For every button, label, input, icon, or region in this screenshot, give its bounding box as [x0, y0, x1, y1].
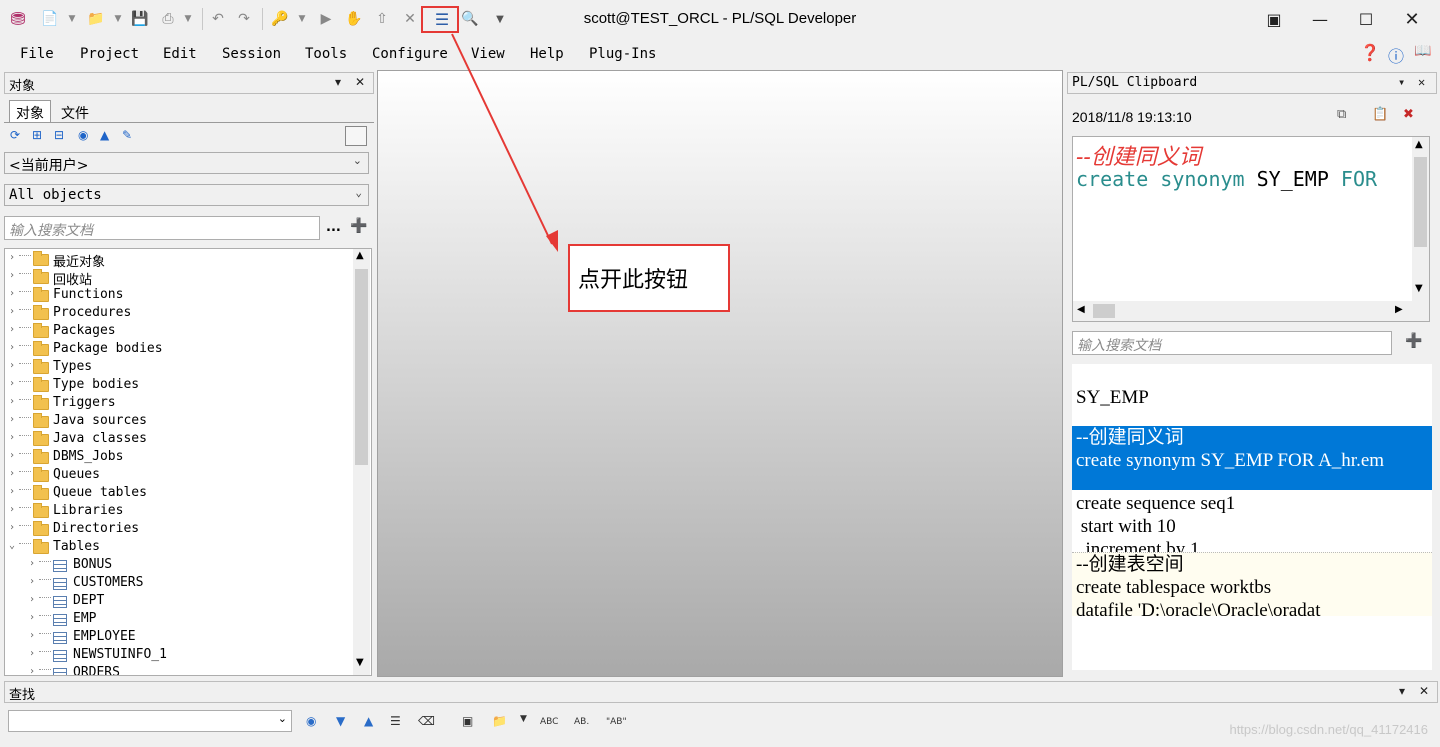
eraser-icon[interactable]: ⌫	[418, 714, 435, 728]
chevron-down-icon: ⌄	[277, 712, 287, 725]
clip-item-selected[interactable]: --创建同义词 create synonym SY_EMP FOR A_hr.e…	[1072, 426, 1432, 490]
clip-line: create synonym SY_EMP FOR A_hr.em	[1076, 450, 1385, 471]
clip-line: --创建同义词	[1076, 427, 1184, 448]
find-next-icon[interactable]: ▼	[336, 714, 345, 728]
new-search-icon[interactable]: ➕	[1405, 333, 1422, 349]
clipboard-panel: PL/SQL Clipboard ▾ ✕ 2018/11/8 19:13:10 …	[1067, 72, 1437, 676]
preview-keyword: create synonym	[1076, 167, 1245, 191]
scroll-up-icon[interactable]: ▲	[1415, 139, 1423, 150]
pin-icon[interactable]: ▾	[1398, 75, 1405, 89]
clip-line: SY_EMP	[1076, 387, 1149, 408]
annotation-callout: 点开此按钮	[568, 244, 730, 312]
find-panel-header: 查找 ▾ ✕	[4, 681, 1438, 703]
clip-line: increment by 1	[1076, 539, 1200, 552]
clip-line: create sequence seq1	[1076, 493, 1236, 514]
panel-close-icon[interactable]: ✕	[1418, 75, 1425, 89]
whole-word-icon[interactable]: AB.	[574, 717, 589, 727]
find-input[interactable]: ⌄	[8, 710, 292, 732]
folder-icon[interactable]: 📁	[492, 714, 507, 728]
preview-keyword: FOR	[1340, 167, 1378, 191]
find-panel-title: 查找	[9, 688, 36, 703]
delete-clip-icon[interactable]: ✖	[1403, 107, 1414, 122]
find-previous-icon[interactable]: ▲	[364, 714, 373, 728]
preview-vscroll[interactable]: ▲ ▼	[1412, 137, 1429, 301]
scroll-left-icon[interactable]: ◀	[1077, 304, 1085, 315]
folder-dropdown-icon[interactable]: ▼	[520, 714, 527, 724]
clip-item[interactable]: SY_EMP	[1072, 386, 1432, 426]
preview-hscroll[interactable]: ◀ ▶	[1073, 301, 1429, 321]
clip-item[interactable]: create sequence seq1 start with 10 incre…	[1072, 492, 1432, 552]
scroll-down-icon[interactable]: ▼	[1415, 283, 1423, 294]
scrollbar-thumb[interactable]	[1414, 157, 1427, 247]
clip-line: start with 10	[1076, 516, 1176, 537]
clipboard-timestamp: 2018/11/8 19:13:10	[1072, 109, 1192, 125]
clipboard-panel-title: PL/SQL Clipboard	[1072, 75, 1198, 90]
find-binoculars-icon[interactable]: ◉	[306, 714, 316, 728]
copy-icon[interactable]: ⧉	[1337, 107, 1346, 122]
preview-code: create synonym SY_EMP FOR	[1076, 167, 1377, 191]
clipboard-search-input[interactable]: 输入搜索文档	[1072, 331, 1392, 355]
paste-icon[interactable]: 📋	[1372, 107, 1388, 122]
case-sensitive-icon[interactable]: ABC	[540, 717, 558, 727]
watermark: https://blog.csdn.net/qq_41172416	[1229, 722, 1428, 737]
clip-line: --创建表空间	[1076, 554, 1184, 575]
clip-line: create tablespace worktbs	[1076, 577, 1272, 598]
clip-item[interactable]: --创建表空间 create tablespace worktbs datafi…	[1072, 552, 1432, 616]
scroll-right-icon[interactable]: ▶	[1395, 304, 1403, 315]
preview-identifier: SY_EMP	[1256, 167, 1329, 191]
clipboard-preview: --创建同义词 create synonym SY_EMP FOR ▲ ▼ ◀ …	[1072, 136, 1430, 322]
scrollbar-thumb[interactable]	[1093, 304, 1115, 318]
pin-icon[interactable]: ▾	[1399, 684, 1405, 698]
clipboard-panel-header: PL/SQL Clipboard ▾ ✕	[1067, 72, 1437, 94]
regex-icon[interactable]: "AB"	[606, 717, 627, 727]
find-panel: 查找 ▾ ✕ ⌄	[4, 681, 1438, 743]
clip-line: datafile 'D:\oracle\Oracle\oradat	[1076, 600, 1321, 616]
panel-close-icon[interactable]: ✕	[1419, 684, 1429, 698]
window-icon[interactable]: ▣	[462, 714, 473, 728]
clipboard-history-list: SY_EMP --创建同义词 create synonym SY_EMP FOR…	[1072, 364, 1432, 670]
find-list-icon[interactable]: ☰	[390, 714, 401, 728]
